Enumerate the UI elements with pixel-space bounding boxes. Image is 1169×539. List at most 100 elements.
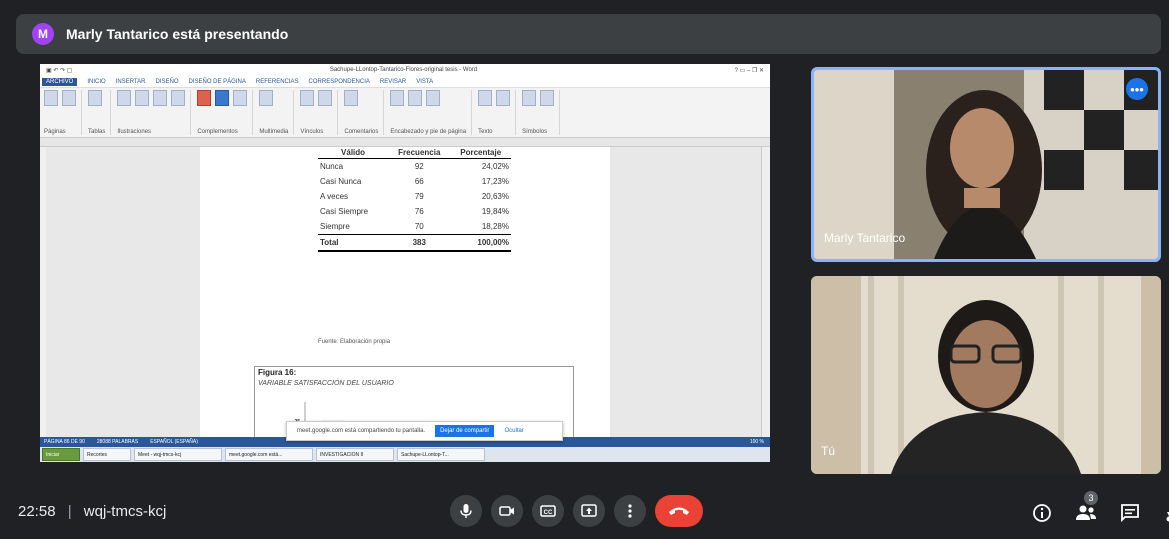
hyperlink-icon[interactable] bbox=[300, 90, 315, 106]
taskbar-item[interactable]: Meet - wqj-tmcs-kcj bbox=[134, 448, 222, 461]
captions-icon[interactable]: CC bbox=[532, 495, 564, 527]
ribbon-group-label: Encabezado y pie de página bbox=[390, 129, 467, 135]
self-video bbox=[811, 276, 1161, 474]
tab-vista[interactable]: VISTA bbox=[416, 79, 433, 85]
ribbon-tabs: ARCHIVO INICIO INSERTAR DISEÑO DISEÑO DE… bbox=[40, 76, 770, 88]
header-icon[interactable] bbox=[390, 90, 405, 106]
taskbar-item[interactable]: Sachupe-LLontop-T... bbox=[397, 448, 485, 461]
wikipedia-icon[interactable] bbox=[233, 90, 248, 106]
people-icon[interactable]: 3 bbox=[1074, 491, 1098, 525]
tab-diseno-pagina[interactable]: DISEÑO DE PÁGINA bbox=[189, 79, 246, 85]
tab-revisar[interactable]: REVISAR bbox=[380, 79, 406, 85]
side-controls: 3 bbox=[1030, 491, 1169, 525]
comment-icon[interactable] bbox=[344, 90, 359, 106]
tab-diseno[interactable]: DISEÑO bbox=[155, 79, 178, 85]
activities-icon[interactable] bbox=[1162, 501, 1169, 525]
bookmark-icon[interactable] bbox=[318, 90, 333, 106]
figure-label: Figura 16: bbox=[258, 368, 297, 377]
tab-archivo[interactable]: ARCHIVO bbox=[42, 77, 78, 86]
tab-inicio[interactable]: INICIO bbox=[87, 79, 105, 85]
presenting-text: Marly Tantarico está presentando bbox=[66, 26, 289, 42]
participant-name: Marly Tantarico bbox=[824, 231, 906, 245]
table-cell: Total bbox=[318, 234, 389, 252]
tab-correspondencia[interactable]: CORRESPONDENCIA bbox=[309, 79, 370, 85]
ribbon-group-complementos: Complementos bbox=[197, 90, 254, 135]
document-page[interactable]: Válido Frecuencia Porcentaje Nunca 92 24,0… bbox=[200, 147, 610, 438]
online-image-icon[interactable] bbox=[135, 90, 150, 106]
page-count: PÁGINA 86 DE 90 bbox=[44, 439, 85, 445]
start-button[interactable]: Iniciar bbox=[42, 448, 80, 461]
page-number-icon[interactable] bbox=[426, 90, 441, 106]
mic-icon[interactable] bbox=[450, 495, 482, 527]
more-options-icon[interactable] bbox=[614, 495, 646, 527]
tab-referencias[interactable]: REFERENCIAS bbox=[256, 79, 299, 85]
symbol-icon[interactable] bbox=[540, 90, 555, 106]
table-header: Porcentaje bbox=[450, 147, 511, 159]
blank-page-icon[interactable] bbox=[62, 90, 76, 106]
presenter-avatar: M bbox=[32, 23, 54, 45]
quick-access-toolbar[interactable]: ▣ ↶ ↷ ▢ bbox=[46, 67, 72, 74]
taskbar-item[interactable]: Recortes bbox=[83, 448, 131, 461]
ribbon-group-label: Comentarios bbox=[344, 129, 379, 135]
ribbon: Páginas Tablas Ilustraciones Complemento… bbox=[40, 88, 770, 138]
ribbon-group-paginas: Páginas bbox=[44, 90, 82, 135]
frequency-table: Válido Frecuencia Porcentaje Nunca 92 24,0… bbox=[318, 147, 511, 252]
equation-icon[interactable] bbox=[522, 90, 537, 106]
tab-insertar[interactable]: INSERTAR bbox=[116, 79, 146, 85]
presenting-banner: M Marly Tantarico está presentando bbox=[16, 14, 1161, 54]
shared-screen[interactable]: ▣ ↶ ↷ ▢ Sachupe-LLontop-Tantarico-Flores… bbox=[40, 64, 770, 462]
table-cell: 92 bbox=[414, 162, 424, 171]
shapes-icon[interactable] bbox=[153, 90, 168, 106]
hide-notice-button[interactable]: Ocultar bbox=[504, 428, 523, 434]
table-row: A veces 79 20,63% bbox=[318, 189, 511, 204]
participant-tile-self[interactable]: Tú bbox=[811, 276, 1161, 474]
apps-icon[interactable] bbox=[215, 90, 230, 106]
video-icon[interactable] bbox=[259, 90, 274, 106]
table-total-row: Total 383 100,00% bbox=[318, 234, 511, 252]
cover-page-icon[interactable] bbox=[44, 90, 58, 106]
table-icon[interactable] bbox=[88, 90, 102, 106]
vertical-scrollbar[interactable] bbox=[761, 147, 770, 437]
textbox-icon[interactable] bbox=[478, 90, 493, 106]
wordart-icon[interactable] bbox=[496, 90, 511, 106]
ribbon-group-ilustraciones: Ilustraciones bbox=[117, 90, 192, 135]
window-controls[interactable]: ? ▭ – ❐ ✕ bbox=[735, 67, 764, 74]
footer-icon[interactable] bbox=[408, 90, 423, 106]
participant-tile-marly[interactable]: Marly Tantarico ••• bbox=[811, 67, 1161, 262]
ribbon-group-label: Vínculos bbox=[300, 129, 324, 135]
document-area[interactable]: Válido Frecuencia Porcentaje Nunca 92 24,0… bbox=[40, 147, 770, 438]
camera-icon[interactable] bbox=[491, 495, 523, 527]
taskbar-item[interactable]: meet.google.com está... bbox=[225, 448, 313, 461]
store-icon[interactable] bbox=[197, 90, 212, 106]
table-source: Fuente: Elaboración propia bbox=[318, 339, 391, 345]
table-cell: 18,28% bbox=[481, 222, 509, 231]
table-cell: 383 bbox=[388, 234, 451, 252]
zoom-level[interactable]: 100 % bbox=[750, 439, 764, 445]
ribbon-group-multimedia: Multimedia bbox=[259, 90, 295, 135]
table-cell: Siempre bbox=[320, 222, 350, 231]
meeting-control-bar: 22:58 | wqj-tmcs-kcj CC 3 bbox=[0, 485, 1169, 539]
table-cell: 19,84% bbox=[481, 207, 509, 216]
table-cell: 76 bbox=[414, 207, 424, 216]
taskbar-item[interactable]: INVESTIGACION II bbox=[316, 448, 394, 461]
chat-icon[interactable] bbox=[1118, 501, 1142, 525]
table-cell: 17,23% bbox=[481, 177, 509, 186]
more-options-icon[interactable]: ••• bbox=[1126, 78, 1148, 100]
image-icon[interactable] bbox=[117, 90, 132, 106]
stop-sharing-button[interactable]: Dejar de compartir bbox=[435, 425, 495, 437]
table-row: Casi Nunca 66 17,23% bbox=[318, 174, 511, 189]
ribbon-group-texto: Texto bbox=[478, 90, 517, 135]
meeting-time: 22:58 bbox=[18, 503, 56, 520]
meeting-info: 22:58 | wqj-tmcs-kcj bbox=[18, 503, 166, 520]
smartart-icon[interactable] bbox=[171, 90, 186, 106]
end-call-icon[interactable] bbox=[655, 495, 703, 527]
people-count-badge: 3 bbox=[1084, 491, 1098, 505]
ruler[interactable] bbox=[40, 138, 770, 147]
info-icon[interactable] bbox=[1030, 501, 1054, 525]
svg-text:CC: CC bbox=[544, 510, 553, 516]
ribbon-group-label: Ilustraciones bbox=[117, 129, 152, 135]
ribbon-group-comentarios: Comentarios bbox=[344, 90, 385, 135]
table-cell: Nunca bbox=[320, 162, 344, 171]
present-icon[interactable] bbox=[573, 495, 605, 527]
ribbon-group-label: Texto bbox=[478, 129, 493, 135]
